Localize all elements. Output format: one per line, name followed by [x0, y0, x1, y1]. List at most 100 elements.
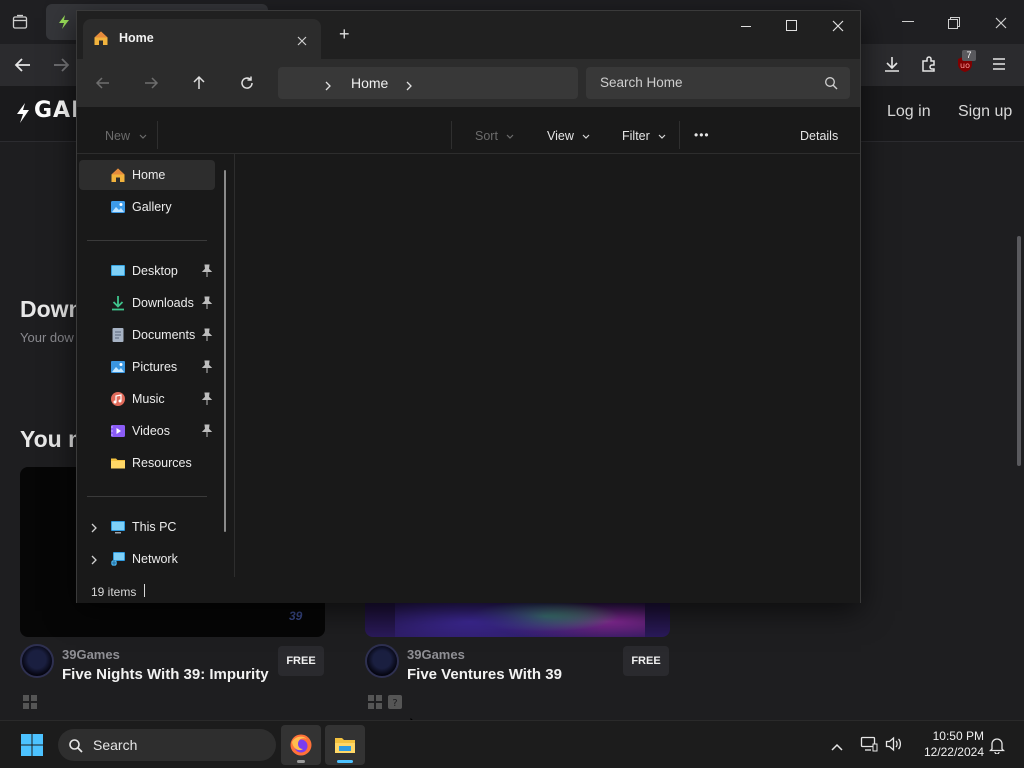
browser-downloads-icon[interactable] [883, 55, 901, 73]
signup-link[interactable]: Sign up [958, 103, 1012, 121]
tab-overview-icon[interactable] [12, 14, 28, 30]
status-separator [144, 584, 145, 597]
browser-forward-icon[interactable] [52, 56, 70, 74]
notification-bell-icon[interactable] [988, 736, 1006, 755]
nav-label: Gallery [132, 200, 172, 214]
network-status-icon[interactable] [860, 736, 878, 752]
taskbar-app-file-explorer[interactable] [325, 725, 365, 765]
back-icon[interactable] [95, 75, 111, 91]
show-hidden-icons-chevron-icon[interactable] [831, 739, 843, 751]
sort-button[interactable]: Sort [475, 129, 514, 143]
nav-label: Downloads [132, 296, 194, 310]
nav-item-music[interactable]: Music [79, 384, 215, 414]
view-label: View [547, 129, 574, 143]
clock[interactable]: 10:50 PM 12/22/2024 [912, 728, 984, 762]
breadcrumb-home[interactable]: Home [351, 75, 388, 91]
desktop-icon [110, 263, 126, 279]
forward-icon[interactable] [143, 75, 159, 91]
more-options-button[interactable]: ••• [694, 128, 710, 142]
documents-icon [110, 327, 126, 343]
new-button[interactable]: New [105, 129, 147, 143]
refresh-icon[interactable] [239, 75, 255, 91]
nav-scrollbar[interactable] [224, 170, 226, 532]
nav-label: Pictures [132, 360, 178, 374]
price-badge: FREE [623, 646, 669, 676]
new-label: New [105, 129, 131, 143]
nav-item-network[interactable]: Network [79, 544, 215, 574]
explorer-tab-home[interactable]: Home [83, 19, 321, 59]
search-icon [68, 738, 83, 753]
browser-extensions-icon[interactable] [920, 55, 938, 73]
taskbar-search-box[interactable]: Search [58, 729, 276, 761]
volume-icon[interactable] [885, 736, 903, 752]
page-scrollbar[interactable] [1017, 236, 1021, 466]
command-bar: New Sort View Filter ••• Details [77, 107, 860, 154]
game-author[interactable]: 39Games [407, 647, 465, 662]
tab-close-icon[interactable] [297, 33, 307, 46]
breadcrumb-chevron-icon[interactable] [324, 78, 332, 91]
thumbnail-watermark-icon: 39 [289, 609, 303, 623]
nav-item-home[interactable]: Home [79, 160, 215, 190]
nav-item-gallery[interactable]: Gallery [79, 192, 215, 222]
details-button[interactable]: Details [800, 129, 838, 143]
nav-item-downloads[interactable]: Downloads [79, 288, 215, 318]
svg-text:?: ? [392, 698, 397, 709]
pin-icon[interactable] [201, 328, 213, 342]
game-title[interactable]: Five Ventures With 39 [407, 666, 562, 683]
search-input[interactable]: Search Home [600, 75, 683, 90]
nav-divider [87, 240, 207, 241]
author-avatar[interactable] [20, 644, 54, 678]
chevron-right-icon[interactable] [89, 521, 99, 533]
game-title[interactable]: Five Nights With 39: Impurity [62, 666, 269, 683]
pin-icon[interactable] [201, 360, 213, 374]
breadcrumb-chevron-icon[interactable] [405, 78, 413, 91]
filter-button[interactable]: Filter [622, 129, 666, 143]
nav-item-this-pc[interactable]: This PC [79, 512, 215, 542]
pin-icon[interactable] [201, 296, 213, 310]
clock-date: 12/22/2024 [923, 745, 984, 759]
game-author[interactable]: 39Games [62, 647, 120, 662]
nav-item-documents[interactable]: Documents [79, 320, 215, 350]
nav-item-resources[interactable]: Resources [79, 448, 215, 478]
file-explorer-icon [333, 733, 357, 757]
nav-item-desktop[interactable]: Desktop [79, 256, 215, 286]
nav-item-pictures[interactable]: Pictures [79, 352, 215, 382]
filter-label: Filter [622, 129, 650, 143]
search-box[interactable]: Search Home [586, 67, 850, 99]
taskbar-app-firefox[interactable] [281, 725, 321, 765]
browser-back-icon[interactable] [14, 56, 32, 74]
file-list-area[interactable] [235, 154, 860, 577]
start-button-windows-icon[interactable] [20, 733, 44, 757]
up-icon[interactable] [191, 75, 207, 91]
chevron-down-icon [658, 134, 666, 139]
browser-minimize-icon[interactable] [902, 21, 914, 22]
pin-icon[interactable] [201, 392, 213, 406]
price-badge: FREE [278, 646, 324, 676]
windows-platform-icon [367, 694, 383, 710]
firefox-icon [289, 733, 313, 757]
browser-menu-icon[interactable] [992, 57, 1006, 71]
minimize-icon[interactable] [741, 26, 751, 27]
pictures-icon [110, 359, 126, 375]
home-icon [93, 30, 109, 46]
chevron-right-icon[interactable] [89, 553, 99, 565]
browser-restore-icon[interactable] [948, 16, 960, 29]
explorer-title-bar[interactable]: Home + [77, 11, 860, 59]
author-avatar[interactable] [365, 644, 399, 678]
folder-icon [110, 455, 126, 471]
nav-item-videos[interactable]: Videos [79, 416, 215, 446]
pin-icon[interactable] [201, 424, 213, 438]
login-link[interactable]: Log in [887, 103, 931, 121]
address-field[interactable]: Home [278, 67, 578, 99]
nav-label: Network [132, 552, 178, 566]
pin-icon[interactable] [201, 264, 213, 278]
nav-label: Music [132, 392, 165, 406]
navigation-pane: Home Gallery Desktop Downloads Documents… [77, 154, 235, 577]
close-icon[interactable] [832, 19, 844, 32]
status-bar: 19 items [77, 577, 860, 603]
browser-close-icon[interactable] [995, 16, 1007, 29]
maximize-icon[interactable] [786, 20, 797, 31]
view-button[interactable]: View [547, 129, 590, 143]
new-tab-button[interactable]: + [339, 24, 350, 45]
search-icon[interactable] [824, 76, 838, 90]
